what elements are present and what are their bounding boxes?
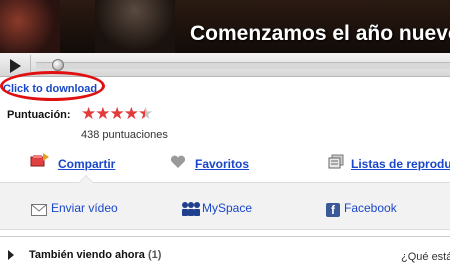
facebook-icon[interactable]: f bbox=[326, 203, 340, 217]
download-highlight-circle bbox=[0, 71, 105, 101]
share-button[interactable]: Compartir bbox=[58, 157, 115, 171]
video-frame-figure bbox=[0, 0, 60, 53]
facebook-link[interactable]: Facebook bbox=[344, 201, 397, 215]
scrubber-handle[interactable] bbox=[52, 59, 64, 71]
star-half-icon[interactable]: ★ bbox=[138, 104, 153, 123]
video-caption: Comenzamos el año nuevo bbox=[190, 22, 450, 45]
section-divider bbox=[0, 236, 450, 237]
star-icon[interactable]: ★ bbox=[81, 104, 96, 123]
playlist-icon[interactable] bbox=[328, 154, 344, 169]
star-icon[interactable]: ★ bbox=[95, 104, 110, 123]
favorites-button[interactable]: Favoritos bbox=[195, 157, 249, 171]
rating-stars[interactable]: ★★★★★ bbox=[81, 104, 153, 124]
also-watching-count: (1) bbox=[148, 249, 162, 261]
also-watching-title: También viendo ahora bbox=[29, 249, 145, 261]
video-player[interactable]: Comenzamos el año nuevo bbox=[0, 0, 450, 53]
question-text: ¿Qué está bbox=[401, 251, 450, 263]
rating-count: 438 puntuaciones bbox=[81, 129, 168, 141]
star-icon[interactable]: ★ bbox=[110, 104, 125, 123]
star-icon[interactable]: ★ bbox=[124, 104, 139, 123]
playlists-button[interactable]: Listas de reprodu bbox=[351, 157, 450, 171]
expand-arrow-icon[interactable] bbox=[8, 250, 14, 260]
share-panel-pointer bbox=[79, 176, 93, 183]
mail-icon[interactable] bbox=[31, 204, 47, 216]
myspace-icon[interactable] bbox=[181, 201, 201, 217]
myspace-link[interactable]: MySpace bbox=[202, 201, 252, 215]
video-frame-figure bbox=[95, 0, 175, 53]
share-icon[interactable] bbox=[29, 152, 51, 168]
email-video-link[interactable]: Enviar vídeo bbox=[51, 201, 118, 215]
play-icon[interactable] bbox=[10, 59, 21, 73]
also-watching-header[interactable]: También viendo ahora (1) bbox=[29, 249, 161, 261]
rating-label: Puntuación: bbox=[7, 109, 71, 121]
progress-track[interactable] bbox=[36, 62, 450, 69]
heart-icon[interactable] bbox=[170, 155, 186, 169]
